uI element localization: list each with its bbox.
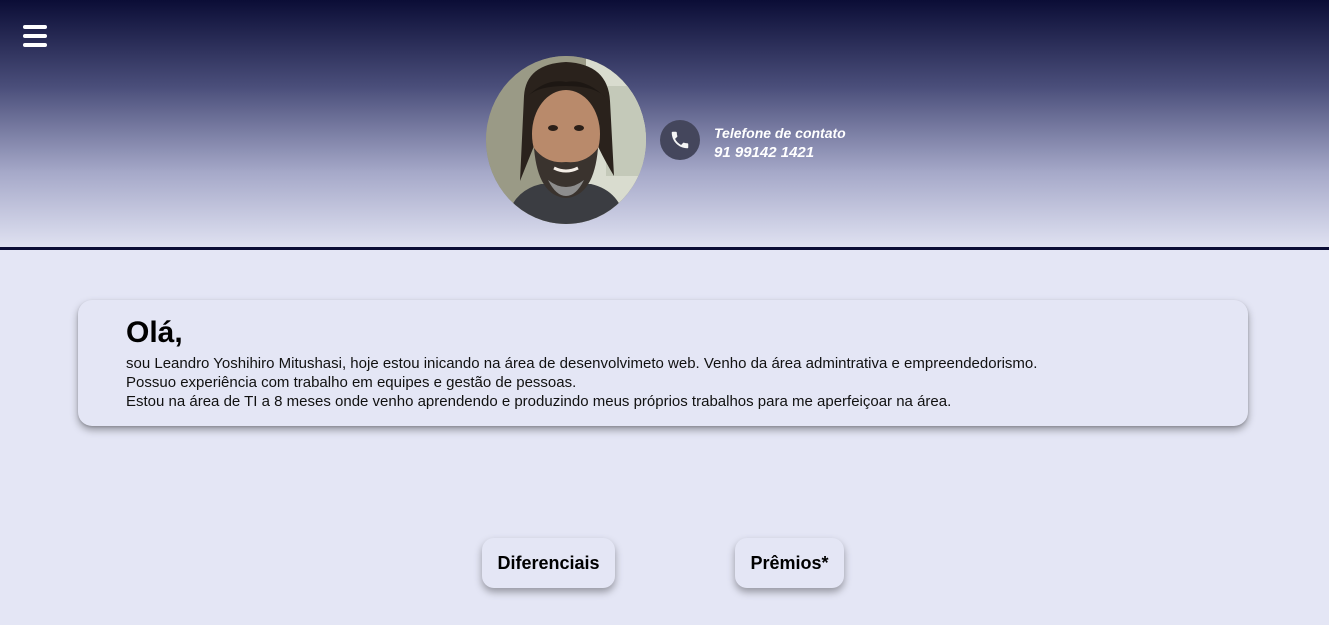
phone-glyph bbox=[671, 131, 689, 149]
intro-line: Estou na área de TI a 8 meses onde venho… bbox=[126, 393, 952, 410]
diferenciais-button[interactable]: Diferenciais bbox=[482, 538, 615, 588]
hamburger-menu-icon[interactable] bbox=[23, 25, 47, 47]
contact-label: Telefone de contato bbox=[714, 125, 846, 141]
page-header: Telefone de contato 91 99142 1421 bbox=[0, 0, 1329, 250]
phone-icon bbox=[660, 120, 700, 160]
avatar-photo bbox=[486, 56, 646, 224]
premios-button[interactable]: Prêmios* bbox=[735, 538, 844, 588]
contact-info: Telefone de contato 91 99142 1421 bbox=[714, 124, 846, 162]
contact-phone-number[interactable]: 91 99142 1421 bbox=[714, 143, 846, 162]
intro-text: sou Leandro Yoshihiro Mitushasi, hoje es… bbox=[126, 354, 1037, 411]
intro-line: sou Leandro Yoshihiro Mitushasi, hoje es… bbox=[126, 355, 1038, 372]
profile-avatar bbox=[486, 56, 646, 224]
intro-card: Olá, sou Leandro Yoshihiro Mitushasi, ho… bbox=[78, 300, 1248, 426]
intro-line: Possuo experiência com trabalho em equip… bbox=[126, 374, 577, 391]
intro-title: Olá, bbox=[126, 316, 183, 349]
